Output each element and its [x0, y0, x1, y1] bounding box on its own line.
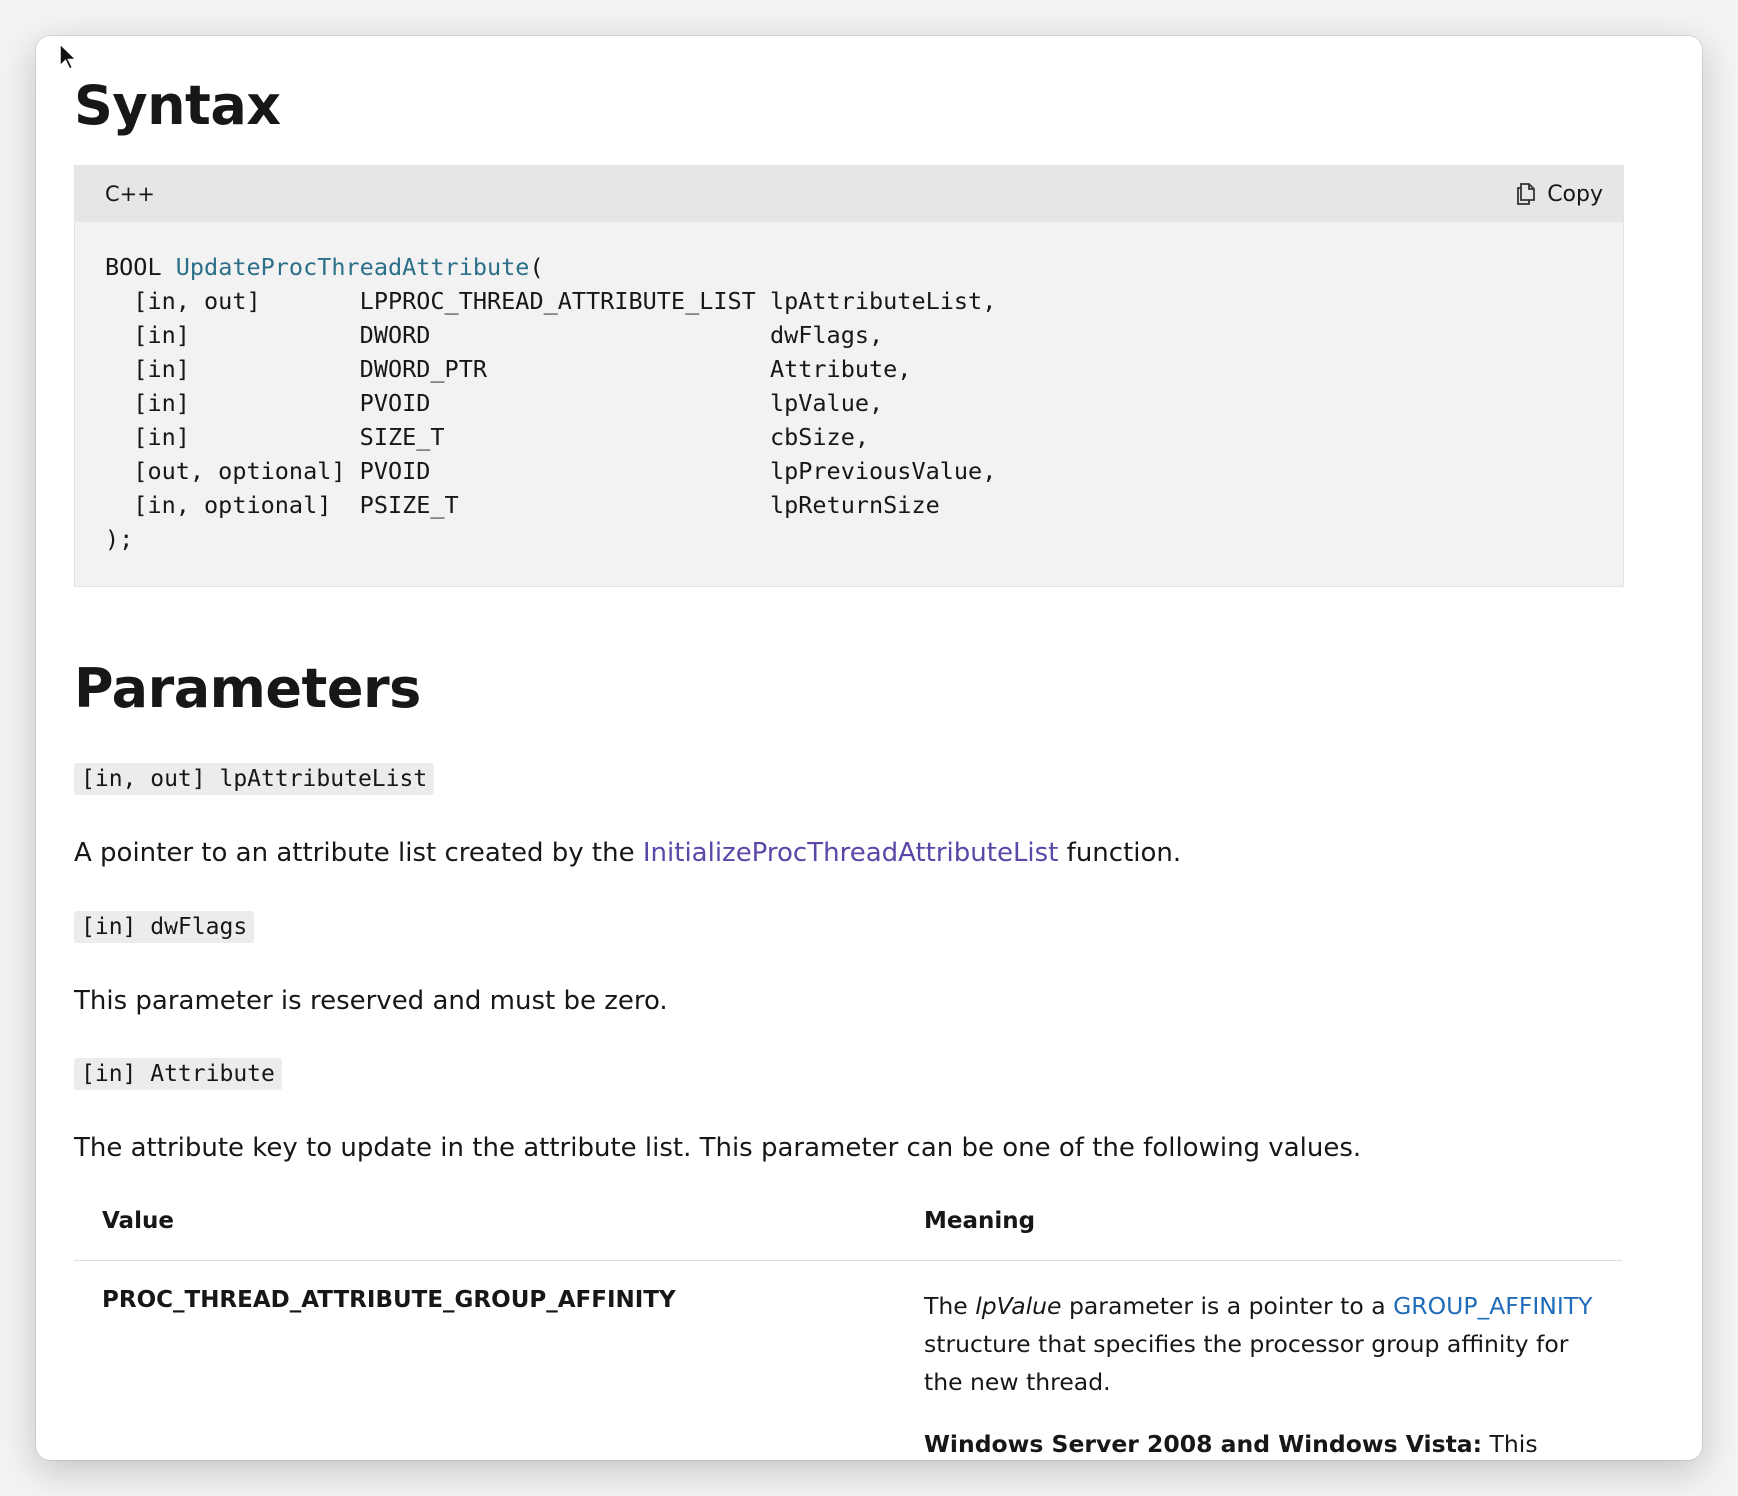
code-language-label: C++	[105, 182, 155, 207]
param-code: [in, out] lpAttributeList	[74, 762, 435, 795]
code-block: C++ Copy BOOL UpdateProcThreadAttribute(…	[74, 165, 1624, 588]
meaning-italic: lpValue	[975, 1292, 1062, 1321]
param-attribute: [in] Attribute The attribute key to upda…	[74, 1018, 1624, 1166]
meaning-text: The	[924, 1292, 976, 1321]
initialize-proc-thread-attribute-list-link[interactable]: InitializeProcThreadAttributeList	[643, 838, 1059, 868]
param-code: [in] dwFlags	[74, 910, 255, 943]
attribute-values-table: Value Meaning PROC_THREAD_ATTRIBUTE_GROU…	[74, 1190, 1622, 1460]
meaning-text: parameter is a pointer to a	[1061, 1292, 1394, 1321]
param-desc-text: A pointer to an attribute list created b…	[74, 837, 643, 868]
code-header: C++ Copy	[75, 166, 1623, 223]
table-header-row: Value Meaning	[74, 1190, 1622, 1262]
param-description: This parameter is reserved and must be z…	[74, 985, 668, 1016]
meaning-text: structure that specifies the processor g…	[924, 1330, 1569, 1397]
table-cell-meaning: The lpValue parameter is a pointer to a …	[896, 1261, 1622, 1460]
code-parameters: [in, out] LPPROC_THREAD_ATTRIBUTE_LIST l…	[105, 287, 997, 554]
param-lpattributelist: [in, out] lpAttributeList A pointer to a…	[74, 719, 1624, 871]
param-desc-text: function.	[1058, 837, 1182, 868]
copy-icon	[1517, 183, 1536, 206]
meaning-paragraph: The lpValue parameter is a pointer to a …	[924, 1287, 1594, 1401]
main-content: Syntax C++ Copy BOOL UpdateProcThreadAtt…	[74, 56, 1624, 1460]
parameters-heading: Parameters	[74, 657, 421, 721]
syntax-heading: Syntax	[74, 74, 281, 137]
code-open-paren: (	[529, 253, 544, 282]
document-window: Syntax C++ Copy BOOL UpdateProcThreadAtt…	[36, 36, 1702, 1460]
param-code: [in] Attribute	[74, 1058, 282, 1091]
meaning-note: Windows Server 2008 and Windows Vista: T…	[924, 1425, 1594, 1460]
table-row: PROC_THREAD_ATTRIBUTE_GROUP_AFFINITY The…	[74, 1261, 1622, 1460]
code-return-type: BOOL	[105, 253, 176, 282]
group-affinity-link[interactable]: GROUP_AFFINITY	[1393, 1292, 1592, 1320]
code-content[interactable]: BOOL UpdateProcThreadAttribute( [in, out…	[75, 222, 1623, 586]
param-description: The attribute key to update in the attri…	[74, 1133, 1362, 1164]
table-cell-value: PROC_THREAD_ATTRIBUTE_GROUP_AFFINITY	[102, 1287, 676, 1314]
column-header-meaning: Meaning	[896, 1190, 1622, 1262]
code-function-name: UpdateProcThreadAttribute	[175, 253, 530, 282]
param-dwflags: [in] dwFlags This parameter is reserved …	[74, 871, 1624, 1019]
copy-button-label: Copy	[1547, 181, 1603, 207]
copy-button[interactable]: Copy	[1513, 181, 1603, 207]
param-description: A pointer to an attribute list created b…	[74, 837, 1624, 871]
column-header-value: Value	[74, 1190, 896, 1262]
note-platform: Windows Server 2008 and Windows Vista:	[924, 1430, 1483, 1459]
